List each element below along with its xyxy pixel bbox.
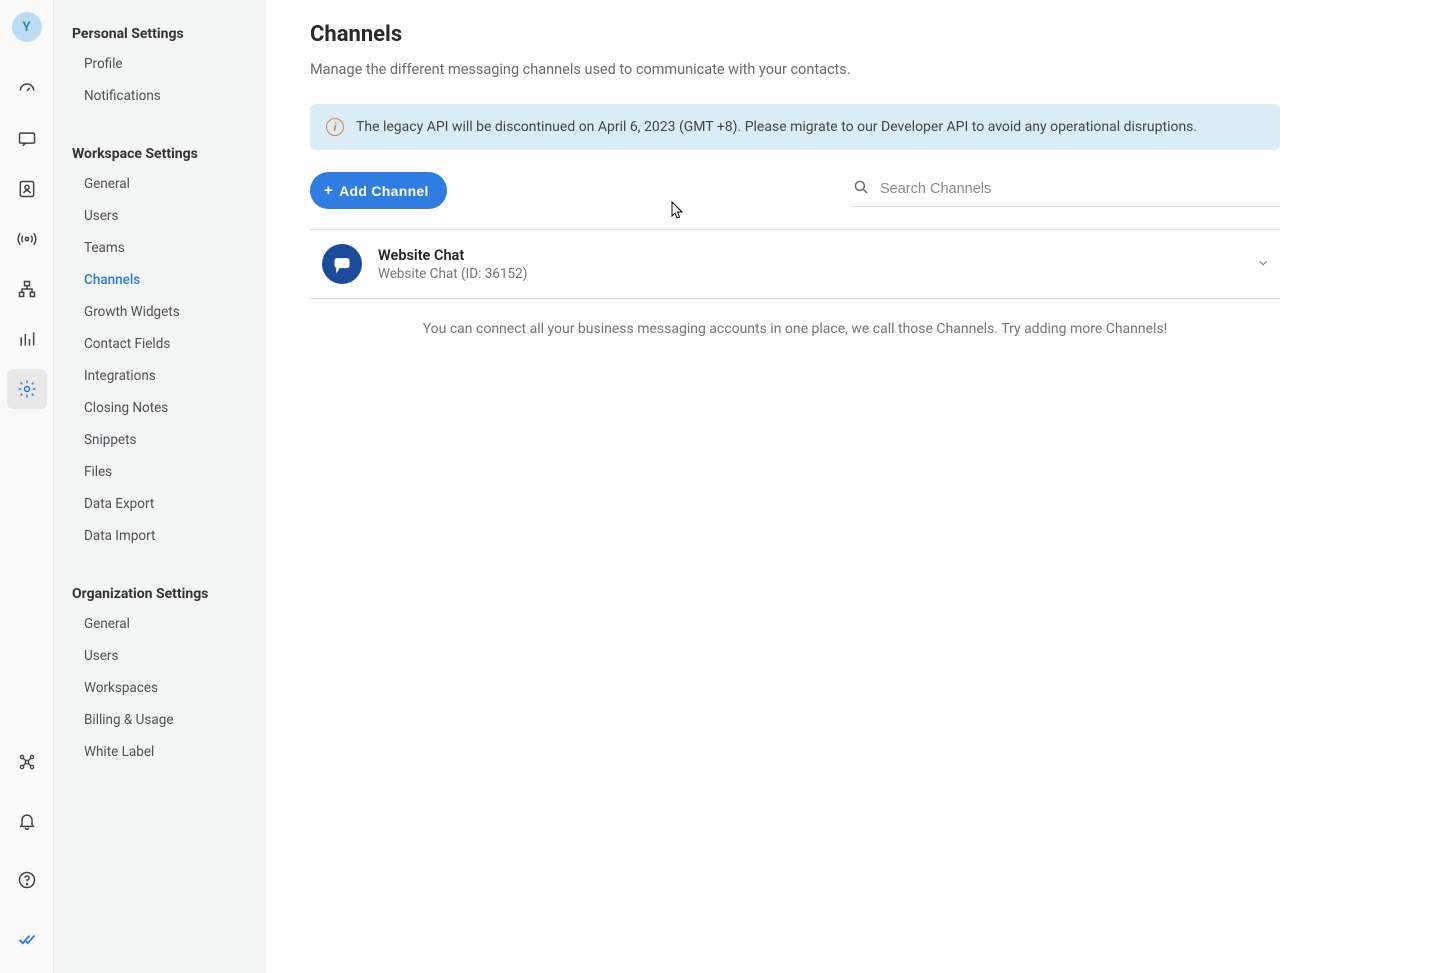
sidebar-item-closing-notes[interactable]: Closing Notes xyxy=(54,392,266,424)
bell-icon xyxy=(17,811,37,831)
search-wrap xyxy=(850,174,1280,207)
channel-type-icon xyxy=(322,244,362,284)
channel-row[interactable]: Website Chat Website Chat (ID: 36152) xyxy=(310,230,1280,299)
avatar[interactable]: Y xyxy=(12,12,42,42)
sitemap-icon xyxy=(17,279,37,299)
sidebar-item-workspaces[interactable]: Workspaces xyxy=(54,672,266,704)
section-org-title: Organization Settings xyxy=(54,578,266,608)
sidebar-item-files[interactable]: Files xyxy=(54,456,266,488)
page-title: Channels xyxy=(310,22,1280,47)
section-personal-title: Personal Settings xyxy=(54,18,266,48)
gear-icon xyxy=(17,379,37,399)
channel-subtitle: Website Chat (ID: 36152) xyxy=(378,266,527,282)
info-banner: i The legacy API will be discontinued on… xyxy=(310,104,1280,150)
nav-brand[interactable] xyxy=(7,919,47,959)
check-icon xyxy=(17,929,37,949)
help-icon xyxy=(17,870,37,890)
nav-apps[interactable] xyxy=(7,742,47,782)
page-subtitle: Manage the different messaging channels … xyxy=(310,61,1280,78)
plus-icon: + xyxy=(324,182,333,199)
add-channel-label: Add Channel xyxy=(339,183,429,199)
chat-icon xyxy=(17,129,37,149)
banner-text: The legacy API will be discontinued on A… xyxy=(356,119,1197,135)
nav-broadcast[interactable] xyxy=(7,219,47,259)
search-icon xyxy=(852,178,870,200)
add-channel-button[interactable]: + Add Channel xyxy=(310,172,447,209)
channel-name: Website Chat xyxy=(378,247,527,264)
sidebar-item-growth-widgets[interactable]: Growth Widgets xyxy=(54,296,266,328)
bar-chart-icon xyxy=(17,329,37,349)
sidebar-item-snippets[interactable]: Snippets xyxy=(54,424,266,456)
nav-help[interactable] xyxy=(7,860,47,900)
footer-hint: You can connect all your business messag… xyxy=(310,321,1280,337)
sidebar-item-data-import[interactable]: Data Import xyxy=(54,520,266,552)
sidebar-item-channels[interactable]: Channels xyxy=(54,264,266,296)
sidebar-item-general[interactable]: General xyxy=(54,608,266,640)
sidebar-item-users[interactable]: Users xyxy=(54,200,266,232)
sidebar-item-white-label[interactable]: White Label xyxy=(54,736,266,768)
broadcast-icon xyxy=(17,229,37,249)
nav-settings[interactable] xyxy=(7,369,47,409)
nav-workflow[interactable] xyxy=(7,269,47,309)
settings-sidebar: Personal Settings ProfileNotifications W… xyxy=(54,0,266,973)
nav-messages[interactable] xyxy=(7,119,47,159)
sidebar-item-general[interactable]: General xyxy=(54,168,266,200)
nodes-icon xyxy=(17,752,37,772)
nav-contacts[interactable] xyxy=(7,169,47,209)
nav-dashboard[interactable] xyxy=(7,69,47,109)
search-input[interactable] xyxy=(880,181,1278,197)
sidebar-item-teams[interactable]: Teams xyxy=(54,232,266,264)
sidebar-item-notifications[interactable]: Notifications xyxy=(54,80,266,112)
sidebar-item-users[interactable]: Users xyxy=(54,640,266,672)
section-workspace-title: Workspace Settings xyxy=(54,138,266,168)
main-content: Channels Manage the different messaging … xyxy=(266,0,1434,973)
contact-icon xyxy=(17,179,37,199)
nav-notifications[interactable] xyxy=(7,801,47,841)
sidebar-item-integrations[interactable]: Integrations xyxy=(54,360,266,392)
sidebar-item-billing-usage[interactable]: Billing & Usage xyxy=(54,704,266,736)
icon-rail: Y xyxy=(0,0,54,973)
sidebar-item-data-export[interactable]: Data Export xyxy=(54,488,266,520)
chevron-down-icon[interactable] xyxy=(1256,255,1276,274)
nav-reports[interactable] xyxy=(7,319,47,359)
sidebar-item-contact-fields[interactable]: Contact Fields xyxy=(54,328,266,360)
gauge-icon xyxy=(17,79,37,99)
info-icon: i xyxy=(326,118,344,136)
sidebar-item-profile[interactable]: Profile xyxy=(54,48,266,80)
